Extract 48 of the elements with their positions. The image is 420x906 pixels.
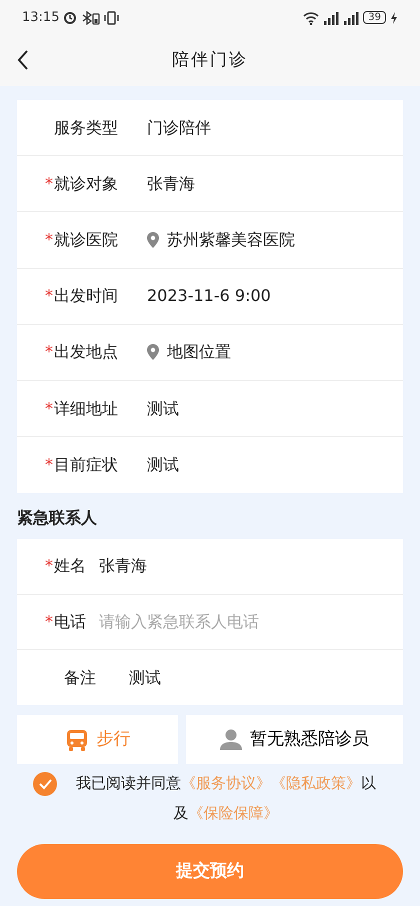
companion-button[interactable]: 暂无熟悉陪诊员 [186,715,403,764]
bus-icon [64,728,88,751]
field-value[interactable]: 测试 [147,396,179,421]
required-mark: * [45,398,54,420]
agreement-text: 我已阅读并同意《服务协议》《隐私政策》以 及《保险保障》 [75,773,377,824]
field-label: 就诊对象 [54,172,119,195]
field-label: 就诊医院 [54,228,119,251]
wifi-icon [303,10,320,24]
battery-level: 39 [363,11,386,24]
field-value[interactable]: 张青海 [99,554,147,578]
status-time: 13:15 [22,8,60,27]
field-label: 服务类型 [54,116,119,139]
agree-checkbox[interactable] [33,772,57,796]
field-label: 出发地点 [54,341,119,364]
required-mark: * [45,555,54,578]
page-title: 陪伴门诊 [172,48,248,72]
phone-input[interactable]: 请输入紧急联系人电话 [99,610,319,634]
field-value[interactable]: 苏州紫馨美容医院 [167,228,295,252]
field-label: 详细地址 [54,398,119,420]
required-mark: * [45,285,54,308]
person-icon [220,729,242,750]
field-value[interactable]: 测试 [129,666,161,690]
signal-icon [323,10,340,24]
vibrate-icon [104,10,120,24]
field-label: 姓名 [54,555,86,578]
field-label: 出发时间 [54,285,119,308]
field-label: 电话 [54,610,86,633]
required-mark: * [45,610,54,633]
field-value[interactable]: 张青海 [147,172,195,196]
back-icon[interactable] [16,49,30,71]
field-value[interactable]: 门诊陪伴 [147,116,211,140]
location-pin-icon [147,232,159,248]
required-mark: * [45,454,54,476]
field-label: 目前症状 [54,454,119,476]
field-value[interactable]: 测试 [147,453,179,478]
field-value[interactable]: 地图位置 [167,340,231,364]
alarm-icon [63,10,78,24]
section-title: 紧急联系人 [16,507,98,530]
charging-icon [390,12,398,24]
bluetooth-battery-icon [81,10,100,24]
location-pin-icon [147,344,159,360]
required-mark: * [45,341,54,364]
required-mark: * [45,172,54,195]
signal-icon [343,10,360,24]
required-mark: * [45,228,54,251]
check-icon [38,778,52,790]
field-label: 备注 [64,666,96,689]
field-value[interactable]: 2023-11-6 9:00 [147,284,271,308]
